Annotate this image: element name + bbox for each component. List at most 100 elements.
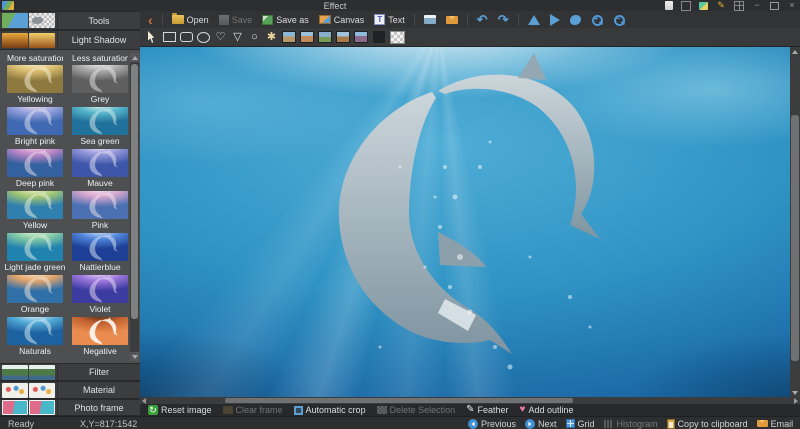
canvas-horizontal-scrollbar[interactable]	[140, 397, 800, 404]
magic-wand-tool[interactable]: ✱	[265, 31, 278, 44]
close-button[interactable]: ×	[787, 1, 797, 10]
effects-scrollbar[interactable]	[130, 53, 139, 361]
email-button[interactable]	[442, 15, 462, 25]
image-canvas[interactable]	[140, 47, 790, 397]
photo-preset-2[interactable]	[300, 31, 314, 43]
flip-horizontal-button[interactable]	[546, 13, 564, 27]
zoom-out-button[interactable]: −	[609, 13, 629, 27]
effect-item-negative[interactable]: Negative	[72, 317, 128, 358]
scroll-up-icon[interactable]	[130, 53, 139, 62]
effect-thumbnail[interactable]	[72, 275, 128, 303]
redo-icon: ↷	[498, 15, 509, 25]
effect-thumbnail[interactable]	[7, 107, 63, 135]
effect-item-grey[interactable]: Grey	[72, 65, 128, 106]
canvas-button[interactable]: Canvas	[315, 14, 369, 26]
pencil-icon[interactable]: ✎	[716, 1, 726, 10]
effect-item-yellow[interactable]: Yellow	[7, 191, 63, 232]
clear-frame-icon	[223, 406, 233, 414]
zoom-in-button[interactable]: +	[587, 13, 607, 27]
effect-thumbnail[interactable]	[7, 233, 63, 261]
effect-item-light-jade-green[interactable]: Light jade green	[7, 233, 63, 274]
lasso-select-tool[interactable]: ○	[248, 31, 261, 44]
effect-thumbnail[interactable]	[7, 65, 63, 93]
rectangle-select-tool[interactable]	[163, 31, 176, 44]
scroll-down-icon[interactable]	[790, 388, 800, 397]
effect-item-sea-green[interactable]: Sea green	[72, 107, 128, 148]
effect-item-violet[interactable]: Violet	[72, 275, 128, 316]
horizontal-scrollbar-thumb[interactable]	[225, 398, 573, 403]
effect-item-pink[interactable]: Pink	[72, 191, 128, 232]
layout-grid-icon[interactable]	[734, 1, 744, 11]
previous-button[interactable]: Previous	[468, 419, 516, 429]
sidebar-item-filter[interactable]: Filter	[0, 363, 140, 381]
effect-item-deep-pink[interactable]: Deep pink	[7, 149, 63, 190]
status-text: Ready	[8, 419, 34, 429]
scroll-left-icon[interactable]	[140, 397, 148, 404]
feather-button[interactable]: ✎Feather	[466, 405, 508, 415]
photo-preset-5[interactable]	[354, 31, 368, 43]
back-button[interactable]: ‹	[144, 15, 157, 25]
sidebar-item-tools[interactable]: Tools	[0, 11, 140, 30]
effect-thumbnail[interactable]	[7, 191, 63, 219]
histogram-button[interactable]: Histogram	[604, 419, 658, 429]
effect-thumbnail[interactable]	[72, 317, 128, 345]
effect-item-yellowing[interactable]: Yellowing	[7, 65, 63, 106]
open-button[interactable]: Open	[168, 14, 213, 26]
transparency-icon[interactable]	[390, 31, 405, 44]
automatic-crop-button[interactable]: Automatic crop	[294, 405, 366, 415]
print-button[interactable]	[420, 14, 440, 25]
sidebar-item-light-shadow[interactable]: Light Shadow	[0, 30, 140, 50]
effect-item-naturals[interactable]: Naturals	[7, 317, 63, 358]
reset-image-button[interactable]: ↻Reset image	[148, 405, 212, 415]
effect-thumbnail[interactable]	[7, 317, 63, 345]
vertical-scrollbar-thumb[interactable]	[791, 115, 799, 361]
photo-preset-4[interactable]	[336, 31, 350, 43]
polygon-select-tool[interactable]: ▽	[231, 31, 244, 44]
add-outline-button[interactable]: ♥Add outline	[520, 405, 574, 415]
fullscreen-icon[interactable]	[681, 1, 691, 11]
copy-to-clipboard-button[interactable]: Copy to clipboard	[667, 419, 748, 429]
text-button[interactable]: TText	[370, 13, 409, 26]
flip-vertical-button[interactable]	[524, 14, 544, 26]
clear-frame-button[interactable]: Clear frame	[223, 405, 283, 415]
heart-select-tool[interactable]: ♡	[214, 31, 227, 44]
grid-toggle[interactable]: Grid	[566, 419, 595, 429]
effect-item-nattierblue[interactable]: Nattierblue	[72, 233, 128, 274]
effect-item-bright-pink[interactable]: Bright pink	[7, 107, 63, 148]
sidebar-item-material[interactable]: Material	[0, 381, 140, 399]
photo-preset-1[interactable]	[282, 31, 296, 43]
canvas-vertical-scrollbar[interactable]	[790, 47, 800, 397]
photo-preset-3[interactable]	[318, 31, 332, 43]
image-icon[interactable]	[699, 2, 708, 10]
effect-item-mauve[interactable]: Mauve	[72, 149, 128, 190]
sidebar-item-photo-frame[interactable]: Photo frame	[0, 399, 140, 416]
redo-button[interactable]: ↷	[494, 14, 513, 26]
effect-thumbnail[interactable]	[7, 275, 63, 303]
maximize-button[interactable]	[770, 2, 779, 10]
ellipse-select-tool[interactable]	[197, 31, 210, 44]
new-document-icon[interactable]	[665, 1, 673, 10]
effects-scrollbar-thumb[interactable]	[131, 64, 138, 319]
scroll-up-icon[interactable]	[790, 47, 800, 56]
effect-thumbnail[interactable]	[7, 149, 63, 177]
cut-tool-icon[interactable]	[372, 30, 386, 44]
save-button[interactable]: Save	[215, 14, 257, 26]
effect-thumbnail[interactable]	[72, 107, 128, 135]
effect-thumbnail[interactable]	[72, 149, 128, 177]
light-shadow-label: Light Shadow	[57, 31, 140, 49]
save-as-button[interactable]: Save as	[258, 14, 313, 26]
undo-button[interactable]: ↶	[473, 14, 492, 26]
next-button[interactable]: Next	[525, 419, 557, 429]
effect-thumbnail[interactable]	[72, 65, 128, 93]
effect-thumbnail[interactable]	[72, 191, 128, 219]
scroll-right-icon[interactable]	[792, 397, 800, 404]
scroll-down-icon[interactable]	[130, 352, 139, 361]
effect-thumbnail[interactable]	[72, 233, 128, 261]
email-button[interactable]: Email	[757, 419, 794, 429]
minimize-button[interactable]: −	[752, 1, 762, 10]
select-cursor-tool[interactable]	[146, 31, 159, 44]
effect-item-orange[interactable]: Orange	[7, 275, 63, 316]
rounded-rectangle-select-tool[interactable]	[180, 31, 193, 44]
rotate-button[interactable]	[566, 14, 585, 26]
delete-selection-button[interactable]: Delete Selection	[377, 405, 456, 415]
